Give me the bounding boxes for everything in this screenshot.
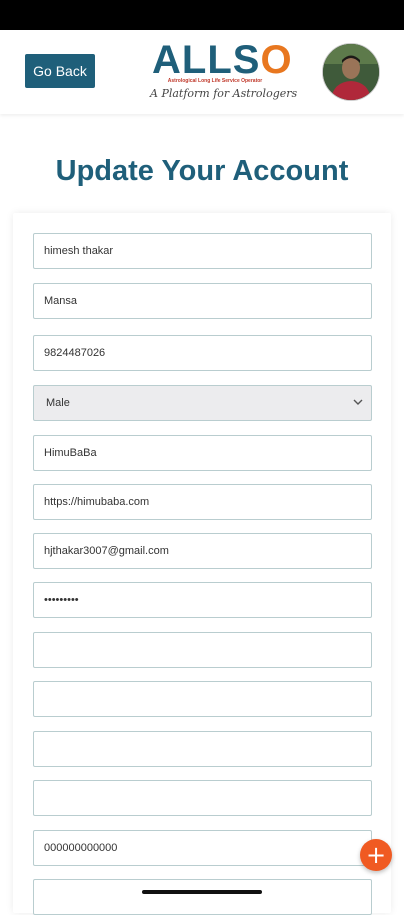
home-indicator <box>142 890 262 894</box>
gender-select-value: Male <box>46 397 70 409</box>
profile-photo <box>323 44 379 100</box>
logo-tagline: A Platform for Astrologers <box>150 87 298 100</box>
empty-field-2[interactable] <box>33 681 372 717</box>
go-back-button[interactable]: Go Back <box>25 54 95 88</box>
empty-field-4[interactable] <box>33 780 372 816</box>
gender-select[interactable]: Male <box>33 385 372 421</box>
page-title: Update Your Account <box>55 155 349 187</box>
phone-field[interactable] <box>33 335 372 371</box>
allso-logo: ALLSO Astrological Long Life Service Ope… <box>150 38 297 106</box>
empty-field-3[interactable] <box>33 731 372 767</box>
city-field[interactable] <box>33 283 372 319</box>
website-field[interactable] <box>33 484 372 520</box>
status-bar <box>0 0 404 30</box>
username-field[interactable] <box>33 435 372 471</box>
app-header: Go Back ALLSO Astrological Long Life Ser… <box>0 30 404 114</box>
plus-icon: + <box>365 841 387 869</box>
password-field[interactable] <box>33 582 372 618</box>
email-field[interactable] <box>33 533 372 569</box>
account-number-field[interactable] <box>33 830 372 866</box>
chevron-down-icon <box>353 397 363 410</box>
logo-wordmark: ALLSO <box>152 38 293 82</box>
add-fab-button[interactable]: + <box>360 839 392 871</box>
empty-field-1[interactable] <box>33 632 372 668</box>
avatar[interactable] <box>322 43 380 101</box>
partial-field[interactable] <box>33 879 372 915</box>
name-field[interactable] <box>33 233 372 269</box>
logo-subtitle: Astrological Long Life Service Operator <box>167 78 263 84</box>
